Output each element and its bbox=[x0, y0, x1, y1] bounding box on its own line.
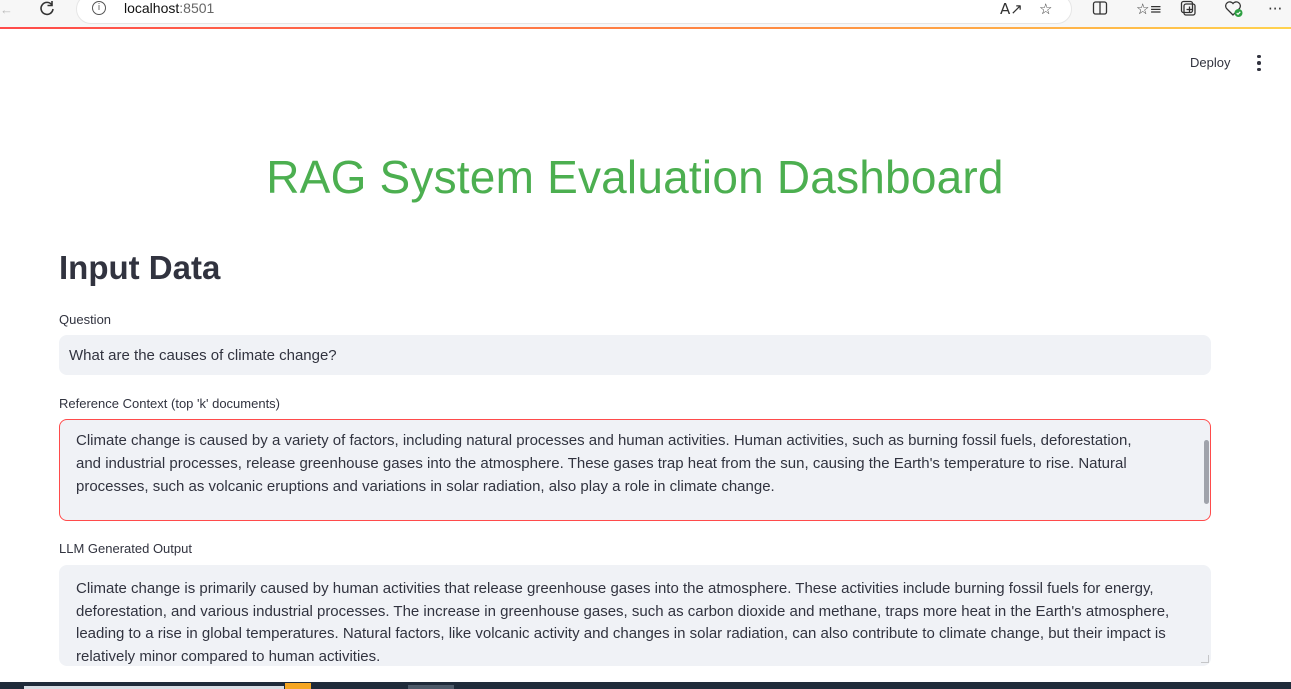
refresh-icon[interactable] bbox=[38, 0, 56, 23]
read-aloud-icon[interactable]: A↗ bbox=[1000, 0, 1023, 18]
os-taskbar bbox=[0, 682, 1291, 689]
reference-context-label: Reference Context (top 'k' documents) bbox=[59, 396, 281, 411]
question-label: Question bbox=[59, 312, 112, 327]
llm-output-textarea[interactable]: Climate change is primarily caused by hu… bbox=[59, 565, 1211, 666]
split-screen-icon[interactable] bbox=[1092, 0, 1108, 20]
back-arrow-icon[interactable]: ← bbox=[0, 2, 13, 17]
section-heading: Input Data bbox=[59, 249, 221, 286]
kebab-menu-icon[interactable] bbox=[1249, 52, 1269, 74]
collections-icon[interactable] bbox=[1180, 0, 1198, 22]
textarea-resize-handle[interactable] bbox=[1201, 655, 1209, 663]
star-icon[interactable]: ☆ bbox=[1039, 0, 1052, 18]
loading-bar bbox=[0, 27, 1291, 29]
deploy-button[interactable]: Deploy bbox=[1180, 52, 1240, 74]
textarea-scrollbar[interactable] bbox=[1204, 440, 1209, 504]
question-input[interactable]: What are the causes of climate change? bbox=[59, 335, 1211, 375]
llm-output-label: LLM Generated Output bbox=[59, 541, 192, 556]
more-icon[interactable]: ··· bbox=[1268, 0, 1282, 18]
browser-toolbar: ← i localhost:8501 A↗ ☆ ☆≡ ··· bbox=[0, 0, 1291, 27]
favorites-list-icon[interactable]: ☆≡ bbox=[1136, 0, 1162, 18]
info-icon[interactable]: i bbox=[92, 1, 106, 15]
url-port: :8501 bbox=[179, 0, 215, 16]
taskbar-item[interactable] bbox=[408, 685, 454, 689]
page-title: RAG System Evaluation Dashboard bbox=[266, 151, 1004, 203]
taskbar-item[interactable] bbox=[285, 683, 311, 689]
reference-context-textarea[interactable]: Climate change is caused by a variety of… bbox=[59, 419, 1211, 521]
address-bar[interactable] bbox=[76, 0, 1072, 24]
browser-essentials-icon[interactable] bbox=[1224, 0, 1244, 22]
url-text[interactable]: localhost:8501 bbox=[124, 0, 214, 16]
url-host: localhost bbox=[124, 0, 180, 16]
